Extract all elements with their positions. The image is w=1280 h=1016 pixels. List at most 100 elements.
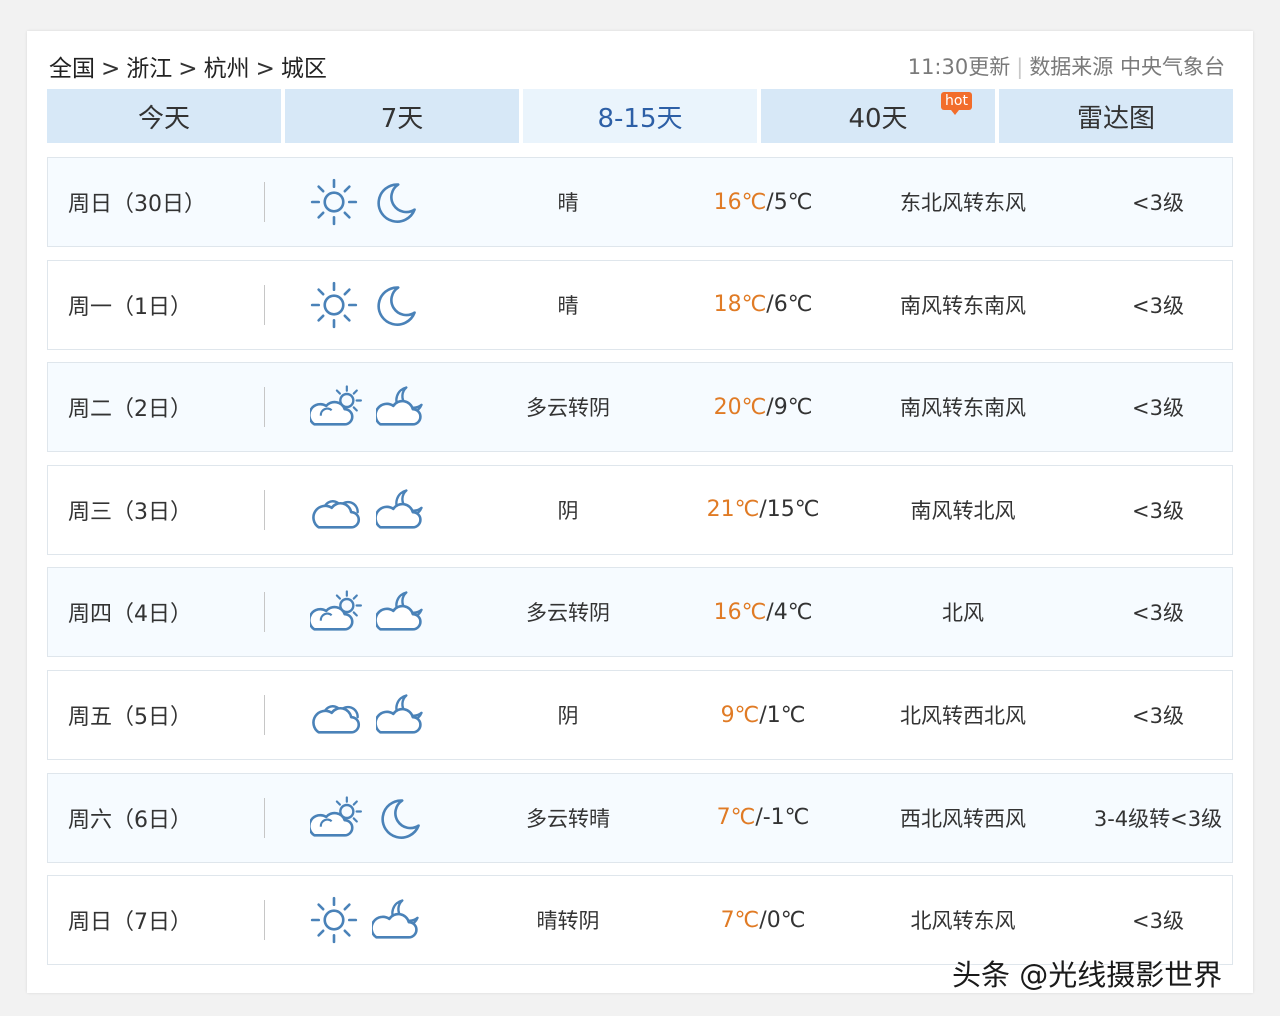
temp-low: 5℃ [773,189,813,215]
temp-low: 9℃ [773,394,813,420]
partly-cloudy-day-icon [310,794,362,842]
weather-desc: 晴转阴 [536,909,600,934]
weather-icons [310,261,440,349]
temp-high: 7℃ [716,805,756,831]
temp-high: 21℃ [706,497,760,523]
weather-icons [310,363,440,451]
forecast-row: 周二（2日） 多云转阴 20℃/9℃ 南风转东南风 <3级 [47,362,1233,453]
row-divider [264,284,265,325]
weather-desc: 多云转阴 [526,601,610,626]
tab-radar[interactable]: 雷达图 [999,89,1233,143]
wind-level: <3级 [1132,498,1184,523]
cloudy-night-icon [376,486,428,534]
weather-desc: 晴 [557,293,579,318]
watermark: 头条 @光线摄影世界 [952,958,1223,992]
day-label: 周一（1日） [68,294,192,320]
cloudy-night-icon [372,896,424,944]
wind-direction: 北风 [942,601,984,626]
wind-level: <3级 [1132,704,1184,728]
wind-direction: 南风转东南风 [900,293,1026,318]
temp-high: 16℃ [713,599,767,625]
wind-level: <3级 [1132,396,1184,421]
temp-high: 18℃ [713,292,767,318]
weather-icons [310,466,440,554]
wind-level: <3级 [1132,191,1184,215]
weather-icons [310,876,440,964]
weather-icons [310,158,440,246]
weather-desc: 晴 [557,191,579,215]
temp-high: 16℃ [713,189,767,215]
row-divider [264,489,265,530]
sun-icon [310,178,358,226]
temp-low: 1℃ [766,702,806,728]
tab-today[interactable]: 今天 [47,89,281,143]
temp-high: 7℃ [720,907,760,933]
moon-icon [372,281,420,329]
moon-icon [376,794,424,842]
temperature: 16℃/4℃ [713,599,813,625]
weather-icons [310,774,440,862]
cloudy-night-icon [376,383,428,431]
temp-low: 6℃ [773,292,813,318]
wind-direction: 北风转东风 [910,909,1016,934]
wind-direction: 南风转东南风 [900,396,1026,421]
partly-cloudy-day-icon [310,588,362,636]
day-label: 周日（7日） [68,910,192,936]
cloud-icon [310,486,362,534]
temperature: 20℃/9℃ [713,394,813,420]
cloudy-night-icon [376,691,428,739]
temp-low: -1℃ [762,805,810,831]
wind-direction: 南风转北风 [910,498,1016,523]
moon-icon [372,178,420,226]
day-label: 周日（30日） [68,192,206,217]
temperature: 7℃/0℃ [720,907,806,933]
temp-low: 4℃ [773,599,813,625]
hot-badge: hot [941,92,972,115]
row-divider [264,387,265,428]
wind-level: 3-4级转<3级 [1093,806,1223,831]
wind-level: <3级 [1132,293,1184,318]
forecast-row: 周一（1日） 晴 18℃/6℃ 南风转东南风 <3级 [47,259,1233,350]
breadcrumb: 全国 > 浙江 > 杭州 > 城区 [49,56,327,82]
weather-icons [310,568,440,656]
breadcrumb-national[interactable]: 全国 [49,56,95,82]
temp-low: 15℃ [766,497,820,523]
update-info: 11:30更新 | 数据来源 中央气象台 [907,55,1225,79]
sun-icon [310,281,358,329]
tab-7-days[interactable]: 7天 [285,89,519,143]
breadcrumb-urban: 城区 [280,56,327,82]
update-time: 11:30更新 [907,55,1011,79]
breadcrumb-hangzhou[interactable]: 杭州 [204,56,250,82]
day-label: 周二（2日） [68,397,192,423]
top-bar: 全国 > 浙江 > 杭州 > 城区 11:30更新 | 数据来源 中央气象台 [47,49,1225,83]
day-label: 周四（4日） [68,602,192,628]
wind-direction: 东北风转东风 [900,191,1026,215]
partly-cloudy-day-icon [310,383,362,431]
tab-40-days[interactable]: 40天 hot [761,89,995,143]
data-source: 数据来源 中央气象台 [1029,55,1225,79]
sun-icon [310,896,358,944]
wind-level: <3级 [1132,909,1184,934]
wind-direction: 北风转西北风 [900,704,1026,728]
tab-8-15-days[interactable]: 8-15天 [523,89,757,143]
row-divider [264,797,265,838]
wind-level: <3级 [1132,601,1184,626]
temp-high: 9℃ [720,702,760,728]
temp-low: 0℃ [766,907,806,933]
forecast-row: 周四（4日） 多云转阴 16℃/4℃ 北风 <3级 [47,567,1233,658]
temp-high: 20℃ [713,394,767,420]
weather-card: 全国 > 浙江 > 杭州 > 城区 11:30更新 | 数据来源 中央气象台 今天 7天 8-1… [27,31,1253,993]
wind-direction: 西北风转西风 [900,806,1026,831]
breadcrumb-zhejiang[interactable]: 浙江 [126,56,172,82]
day-label: 周三（3日） [68,499,192,525]
forecast-tabs: 今天 7天 8-15天 40天 hot 雷达图 [47,89,1233,143]
cloudy-night-icon [376,588,428,636]
temperature: 9℃/1℃ [720,702,806,728]
weather-desc: 阴 [557,704,579,728]
row-divider [264,900,265,941]
forecast-row: 周日（30日） 晴 16℃/5℃ 东北风转东风 <3级 [47,157,1233,247]
forecast-row: 周六（6日） 多云转晴 7℃ / -1℃ 西北风转西风 3-4级转<3级 [47,772,1233,863]
temperature: 16℃/5℃ [713,189,813,215]
weather-icons [310,671,440,759]
day-label: 周六（6日） [68,807,192,833]
